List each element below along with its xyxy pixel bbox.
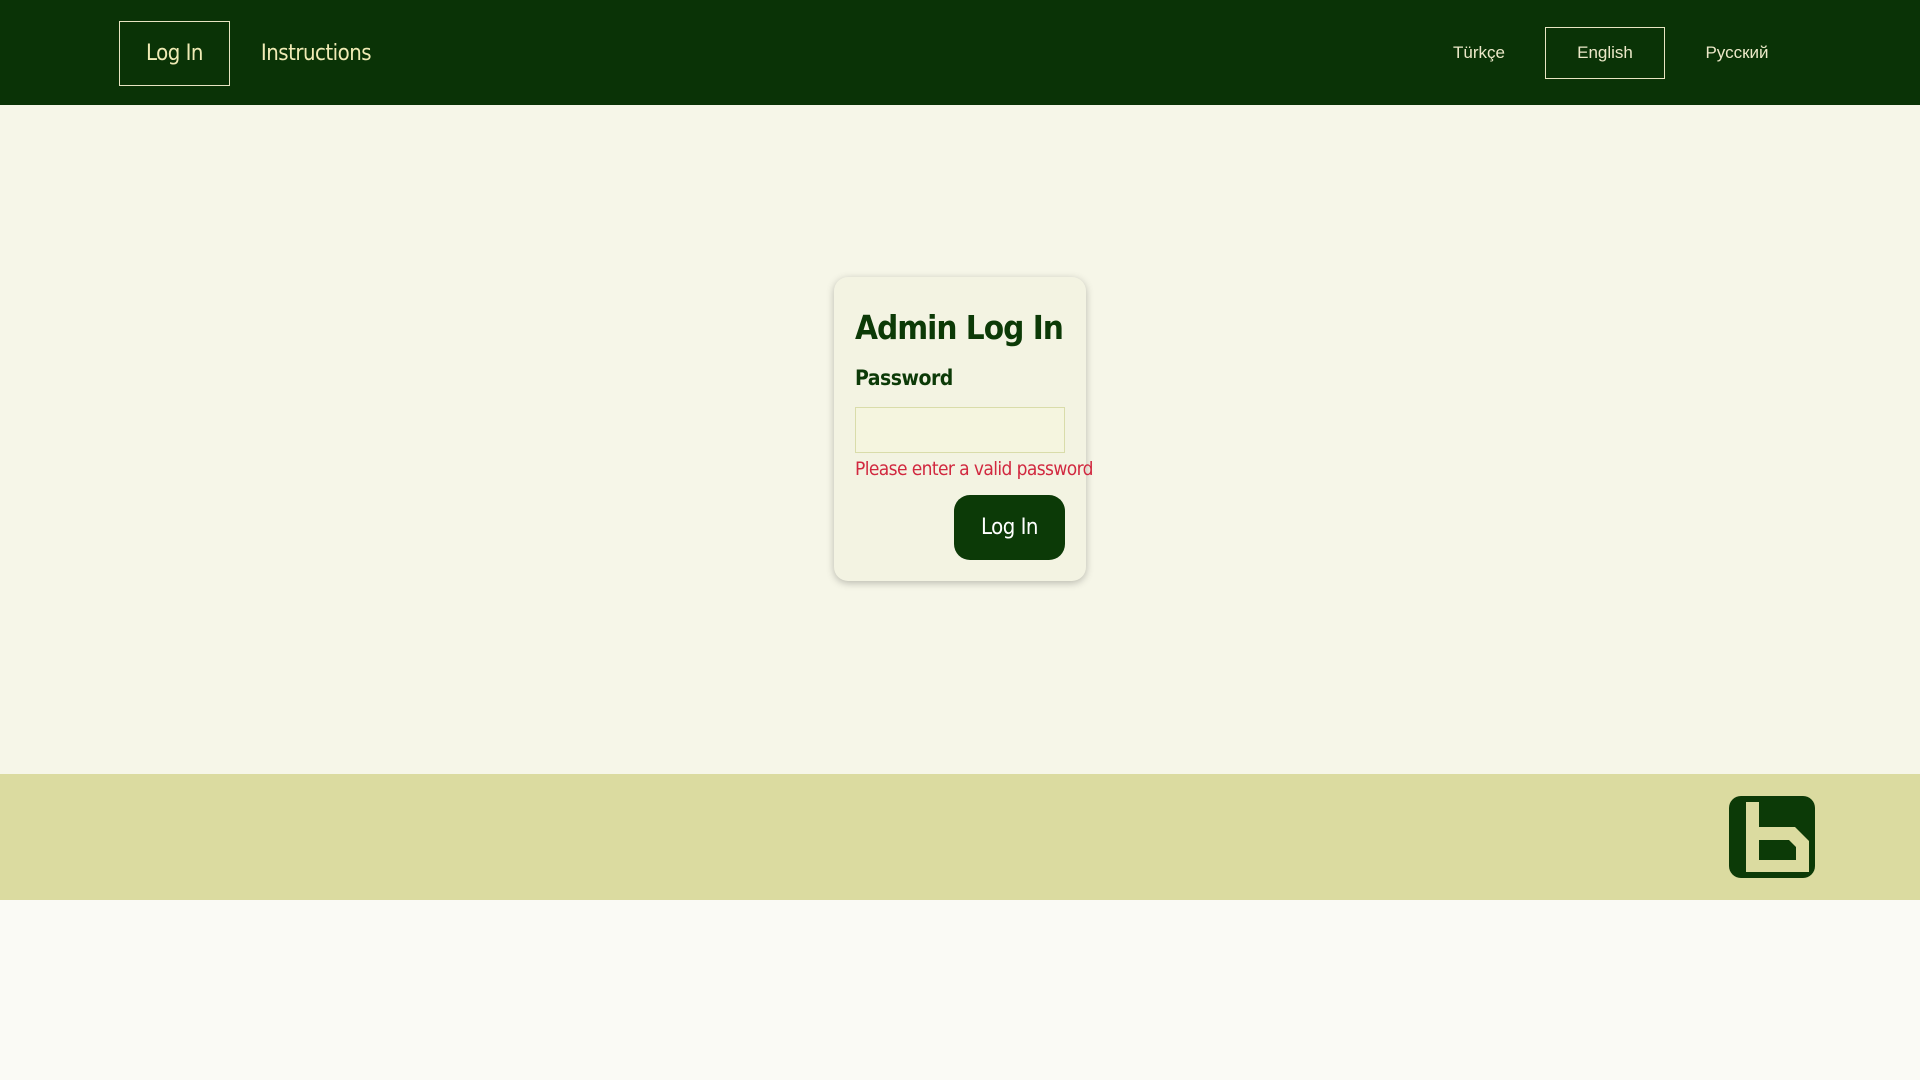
password-input[interactable]: [855, 407, 1065, 453]
b-logo-icon: [1729, 796, 1815, 878]
login-title: Admin Log In: [855, 308, 1064, 347]
main-content: Admin Log In Password Please enter a val…: [0, 105, 1920, 774]
nav-instructions-link[interactable]: Instructions: [252, 21, 380, 86]
language-english-button[interactable]: English: [1545, 27, 1665, 79]
login-card: Admin Log In Password Please enter a val…: [834, 277, 1094, 581]
login-submit-button[interactable]: Log In: [954, 495, 1065, 560]
footer: [0, 774, 1920, 900]
page-bottom-area: [0, 900, 1920, 1080]
password-error-message: Please enter a valid password: [855, 458, 1094, 480]
top-navigation-bar: Log In Instructions Türkçe English Русск…: [0, 0, 1920, 105]
password-label: Password: [855, 366, 953, 390]
language-russian-button[interactable]: Русский: [1682, 27, 1792, 79]
language-turkish-button[interactable]: Türkçe: [1430, 27, 1528, 79]
nav-login-button[interactable]: Log In: [119, 21, 230, 86]
